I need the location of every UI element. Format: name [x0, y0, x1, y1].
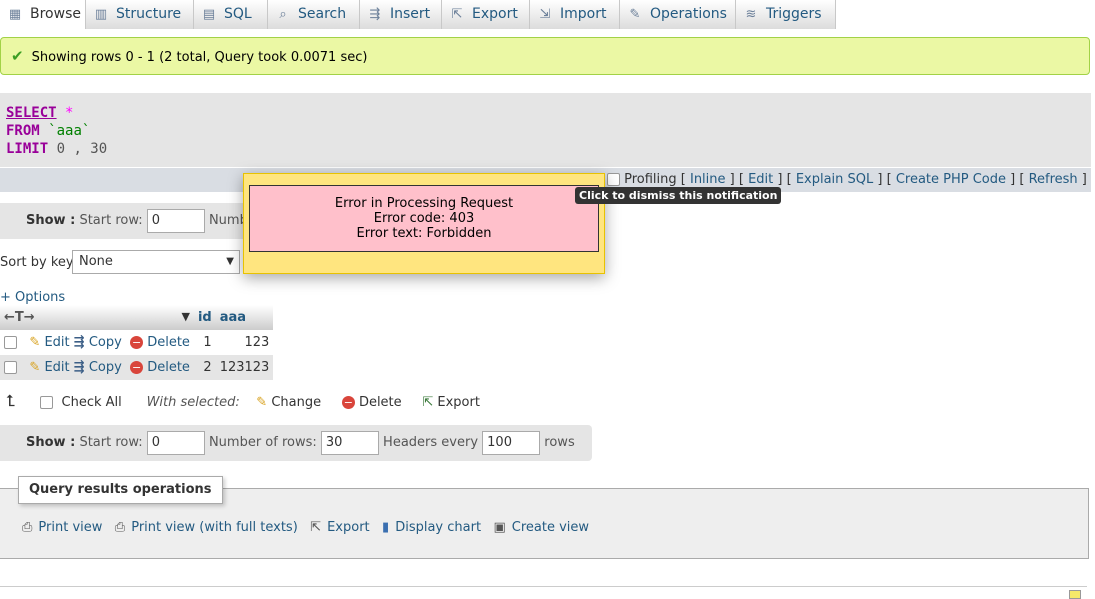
chevron-down-icon: ▼	[226, 256, 234, 267]
column-header-id[interactable]: id	[193, 305, 216, 330]
row-checkbox[interactable]	[4, 361, 17, 374]
tab-search[interactable]: ⌕ Search	[268, 0, 360, 29]
row-checkbox[interactable]	[4, 336, 17, 349]
tab-triggers[interactable]: ≋ Triggers	[736, 0, 836, 29]
printer-icon: ⎙	[22, 520, 33, 535]
delete-icon: −	[130, 361, 144, 374]
sql-query-box	[0, 93, 1091, 167]
query-results-operations-links: ⎙ Print view ⎙ Print view (with full texts…	[22, 520, 589, 535]
printer-icon: ⎙	[114, 520, 126, 535]
tab-insert[interactable]: ⇶ Insert	[360, 0, 442, 29]
row-edit-link[interactable]: Edit	[44, 360, 69, 375]
check-all-label[interactable]: Check All	[62, 395, 122, 410]
table-row: ✎ Edit ⇶ Copy − Delete 2 123123	[0, 355, 274, 380]
headers-every-input[interactable]: 100	[482, 430, 541, 455]
delete-icon: −	[130, 336, 144, 349]
tab-import[interactable]: ⇲ Import	[530, 0, 620, 29]
cell-id[interactable]: 1	[193, 330, 216, 355]
print-view-full-link[interactable]: Print view (with full texts)	[131, 520, 298, 535]
sql-keyword: FROM	[6, 123, 40, 139]
sort-by-key-label: Sort by key:	[0, 255, 78, 270]
tab-operations[interactable]: ✎ Operations	[620, 0, 736, 29]
start-row-input[interactable]: 0	[146, 208, 205, 233]
tab-structure[interactable]: ▥ Structure	[86, 0, 194, 29]
error-text: Error text: Forbidden	[356, 226, 492, 241]
sql-keyword: LIMIT	[6, 141, 49, 157]
copy-icon: ⇶	[73, 360, 85, 375]
export-button[interactable]: Export	[437, 395, 480, 410]
console-toggle-icon[interactable]	[1069, 590, 1081, 599]
column-header-aaa[interactable]: aaa	[215, 305, 274, 330]
bulk-actions-bar: ⮤ Check All With selected: ✎ Change − De…	[6, 391, 480, 411]
check-icon: ✔	[11, 47, 24, 65]
operations-icon: ✎	[629, 7, 641, 22]
export-icon: ⇱	[451, 7, 463, 22]
browse-icon: ▦	[8, 7, 22, 22]
insert-icon: ⇶	[369, 7, 381, 22]
show-bar-top: Show : Start row: 0 Numbe	[0, 203, 256, 239]
refresh-link[interactable]: Refresh	[1029, 172, 1078, 187]
row-copy-link[interactable]: Copy	[89, 360, 122, 375]
pencil-icon: ✎	[29, 335, 41, 350]
profiling-checkbox[interactable]	[606, 173, 620, 186]
row-delete-link[interactable]: Delete	[147, 335, 190, 350]
search-icon: ⌕	[279, 7, 287, 22]
triggers-icon: ≋	[745, 7, 757, 22]
footer-divider	[0, 586, 1087, 587]
pencil-icon: ✎	[29, 360, 41, 375]
check-all-checkbox[interactable]	[40, 396, 54, 409]
sort-arrow-icon[interactable]: ▼	[181, 310, 189, 323]
export-icon: ⇱	[422, 395, 434, 410]
print-view-link[interactable]: Print view	[38, 520, 102, 535]
import-icon: ⇲	[539, 7, 551, 22]
sql-query-code[interactable]: SELECT * FROM `aaa` LIMIT 0 , 30	[6, 104, 107, 158]
query-results-operations-legend: Query results operations	[18, 476, 223, 504]
arrow-up-left-icon: ⮤	[6, 391, 16, 410]
export-link[interactable]: Export	[327, 520, 370, 535]
row-copy-link[interactable]: Copy	[89, 335, 122, 350]
start-row-input[interactable]: 0	[146, 430, 205, 455]
error-code: Error code: 403	[373, 211, 475, 226]
delete-button[interactable]: Delete	[359, 395, 402, 410]
cell-aaa[interactable]: 123123	[215, 355, 274, 380]
inline-link[interactable]: Inline	[690, 172, 726, 187]
export-icon: ⇱	[310, 520, 322, 535]
sql-keyword[interactable]: SELECT	[6, 105, 57, 121]
results-table: ←T→ ▼ id aaa ✎ Edit ⇶ Copy − Delete 1 12…	[0, 305, 274, 380]
change-button[interactable]: Change	[271, 395, 321, 410]
tab-sql[interactable]: ▤ SQL	[194, 0, 268, 29]
create-view-link[interactable]: Create view	[512, 520, 589, 535]
dismiss-tooltip: Click to dismiss this notification	[575, 187, 782, 204]
cell-aaa[interactable]: 123	[215, 330, 274, 355]
tab-bar: ▦ Browse ▥ Structure ▤ SQL ⌕ Search ⇶ Insert …	[0, 0, 1095, 30]
row-delete-link[interactable]: Delete	[147, 360, 190, 375]
show-bar-bottom: Show : Start row: 0 Number of rows: 30 H…	[0, 425, 592, 461]
results-table-wrap: ←T→ ▼ id aaa ✎ Edit ⇶ Copy − Delete 1 12…	[0, 305, 274, 380]
create-php-code-link[interactable]: Create PHP Code	[896, 172, 1006, 187]
edit-link[interactable]: Edit	[748, 172, 773, 187]
explain-sql-link[interactable]: Explain SQL	[796, 172, 873, 187]
number-of-rows-input[interactable]: 30	[320, 430, 379, 455]
error-notification-body[interactable]: Error in Processing Request Error code: …	[249, 185, 599, 252]
display-chart-link[interactable]: Display chart	[395, 520, 481, 535]
table-row: ✎ Edit ⇶ Copy − Delete 1 123	[0, 330, 274, 355]
tab-export[interactable]: ⇱ Export	[442, 0, 530, 29]
sql-icon: ▤	[202, 7, 216, 22]
sort-by-key-select[interactable]: None ▼	[72, 250, 240, 274]
delete-icon: −	[341, 396, 355, 409]
tab-browse[interactable]: ▦ Browse	[0, 0, 86, 29]
copy-icon: ⇶	[73, 335, 85, 350]
success-message: ✔ Showing rows 0 - 1 (2 total, Query took…	[0, 37, 1090, 75]
error-title: Error in Processing Request	[334, 196, 514, 211]
pencil-icon: ✎	[256, 395, 268, 410]
cell-id[interactable]: 2	[193, 355, 216, 380]
create-view-icon: ▣	[493, 520, 506, 535]
structure-icon: ▥	[94, 7, 108, 22]
column-toggle-header[interactable]: ←T→ ▼	[0, 305, 194, 330]
options-link[interactable]: + Options	[0, 290, 65, 305]
column-arrows-icon: ←T→	[4, 310, 35, 325]
chart-icon: ▮	[382, 520, 390, 535]
row-edit-link[interactable]: Edit	[44, 335, 69, 350]
